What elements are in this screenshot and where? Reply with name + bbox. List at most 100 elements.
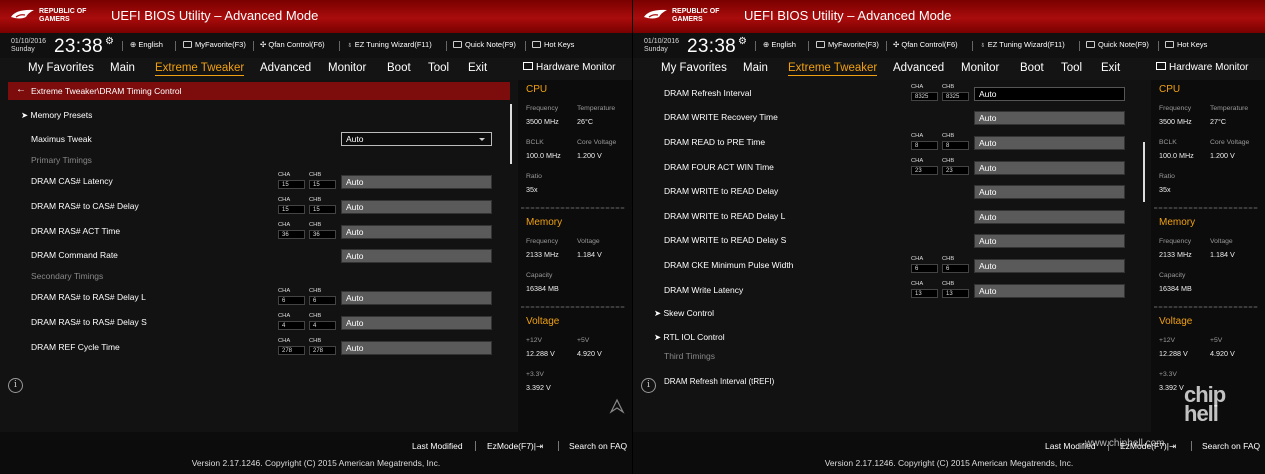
chiphell-watermark-logo: chip hell xyxy=(1184,382,1226,426)
cha-value: 13 xyxy=(911,289,938,298)
section-divider xyxy=(1154,207,1258,209)
hot-keys-button[interactable]: Hot Keys xyxy=(1165,40,1207,49)
primary-timings-label: Primary Timings xyxy=(31,155,92,165)
setting-label: DRAM Refresh Interval xyxy=(664,88,752,98)
setting-value-field[interactable]: Auto xyxy=(974,284,1125,298)
menu-extreme-tweaker[interactable]: Extreme Tweaker xyxy=(788,62,878,76)
scrollbar[interactable] xyxy=(1143,142,1145,202)
menu-my-favorites[interactable]: My Favorites xyxy=(28,62,94,74)
hot-keys-label: Hot Keys xyxy=(544,40,575,49)
chb-value: 15 xyxy=(309,205,336,214)
menu-exit[interactable]: Exit xyxy=(468,62,487,74)
chb-value: 278 xyxy=(309,346,336,355)
rog-eye-icon xyxy=(11,9,34,19)
gear-icon[interactable]: ⚙ xyxy=(105,36,114,47)
setting-value-field[interactable]: Auto xyxy=(341,225,492,239)
date: 01/10/2016 xyxy=(644,38,680,45)
info-icon[interactable]: i xyxy=(8,378,23,393)
setting-value-field[interactable]: Auto xyxy=(974,210,1125,224)
setting-value-field[interactable]: Auto xyxy=(341,316,492,330)
ratio-label: Ratio xyxy=(526,173,542,180)
breadcrumb[interactable]: ← Extreme Tweaker\DRAM Timing Control xyxy=(8,82,510,100)
search-faq-button[interactable]: Search on FAQ xyxy=(1202,441,1260,451)
setting-value-field[interactable]: Auto xyxy=(341,175,492,189)
setting-value-field[interactable]: Auto xyxy=(974,259,1125,273)
myfavorite-button[interactable]: MyFavorite(F3) xyxy=(183,40,246,49)
qfan-label: Qfan Control(F6) xyxy=(901,40,958,49)
menu-main[interactable]: Main xyxy=(110,62,135,74)
menu-boot[interactable]: Boot xyxy=(1020,62,1044,74)
divider xyxy=(558,441,559,451)
chb-label: CHB xyxy=(309,313,322,319)
language-button[interactable]: ⊕ English xyxy=(130,40,163,49)
setting-value-field[interactable]: Auto xyxy=(341,249,492,263)
divider xyxy=(339,41,340,51)
search-faq-button[interactable]: Search on FAQ xyxy=(569,441,627,451)
chb-label: CHB xyxy=(942,133,955,139)
chb-label: CHB xyxy=(942,158,955,164)
screenshot-root: REPUBLIC OF GAMERS UEFI BIOS Utility – A… xyxy=(0,0,1265,474)
menu-extreme-tweaker[interactable]: Extreme Tweaker xyxy=(155,62,245,76)
setting-value-field[interactable]: Auto xyxy=(974,136,1125,150)
qfan-button[interactable]: ✣ Qfan Control(F6) xyxy=(260,40,325,49)
watermark-logo-text: chip hell xyxy=(1184,382,1226,426)
setting-value-field[interactable]: Auto xyxy=(341,341,492,355)
back-arrow-icon[interactable]: ← xyxy=(16,84,26,95)
menu-monitor[interactable]: Monitor xyxy=(328,62,366,74)
cha-label: CHA xyxy=(911,281,924,287)
setting-value-field[interactable]: Auto xyxy=(341,200,492,214)
setting-value-field[interactable]: Auto xyxy=(974,87,1125,101)
quick-note-button[interactable]: Quick Note(F9) xyxy=(453,40,516,49)
window-title: UEFI BIOS Utility – Advanced Mode xyxy=(744,8,952,23)
section-divider xyxy=(521,306,625,308)
menu-tool[interactable]: Tool xyxy=(1061,62,1082,74)
cursor-icon xyxy=(609,398,625,414)
qfan-label: Qfan Control(F6) xyxy=(268,40,325,49)
menu-main[interactable]: Main xyxy=(743,62,768,74)
core-voltage-value: 1.200 V xyxy=(577,151,602,160)
setting-label: DRAM CAS# Latency xyxy=(31,176,113,186)
language-label: English xyxy=(771,40,796,49)
ez-tuning-button[interactable]: ♁ EZ Tuning Wizard(F11) xyxy=(980,40,1065,49)
ez-tuning-button[interactable]: ♁ EZ Tuning Wizard(F11) xyxy=(347,40,432,49)
menu-exit[interactable]: Exit xyxy=(1101,62,1120,74)
divider xyxy=(755,41,756,51)
setting-value-field[interactable]: Auto xyxy=(974,111,1125,125)
menu-boot[interactable]: Boot xyxy=(387,62,411,74)
info-icon[interactable]: i xyxy=(641,378,656,393)
ezmode-button[interactable]: EzMode(F7)|⇥ xyxy=(487,441,543,452)
voltage-section-title: Voltage xyxy=(526,316,560,327)
setting-row: DRAM Refresh Interval CHA CHB 8325 8325 Auto xyxy=(641,84,1143,104)
language-button[interactable]: ⊕ English xyxy=(763,40,796,49)
gear-icon[interactable]: ⚙ xyxy=(738,36,747,47)
maximus-tweak-dropdown[interactable]: Auto xyxy=(341,132,492,146)
menu-my-favorites[interactable]: My Favorites xyxy=(661,62,727,74)
setting-label: DRAM WRITE to READ Delay L xyxy=(664,211,786,221)
setting-value-field[interactable]: Auto xyxy=(974,161,1125,175)
cpu-section-title: CPU xyxy=(526,84,548,95)
cha-label: CHA xyxy=(278,197,291,203)
last-modified-button[interactable]: Last Modified xyxy=(412,441,463,451)
quick-note-button[interactable]: Quick Note(F9) xyxy=(1086,40,1149,49)
capacity-value: 16384 MB xyxy=(526,284,559,293)
menu-advanced[interactable]: Advanced xyxy=(260,62,311,74)
myfavorite-button[interactable]: MyFavorite(F3) xyxy=(816,40,879,49)
chb-value: 8 xyxy=(942,141,969,150)
cha-label: CHA xyxy=(911,158,924,164)
setting-value-field[interactable]: Auto xyxy=(974,185,1125,199)
version-text: Version 2.17.1246. Copyright (C) 2015 Am… xyxy=(191,458,441,468)
hot-keys-button[interactable]: Hot Keys xyxy=(532,40,574,49)
setting-row: DRAM WRITE to READ Delay L Auto xyxy=(641,207,1143,227)
menu-advanced[interactable]: Advanced xyxy=(893,62,944,74)
setting-value-field[interactable]: Auto xyxy=(974,234,1125,248)
cpu-temperature-value: 26°C xyxy=(577,117,594,126)
qfan-button[interactable]: ✣ Qfan Control(F6) xyxy=(893,40,958,49)
menu-tool[interactable]: Tool xyxy=(428,62,449,74)
v12-label: +12V xyxy=(526,337,543,344)
day: Sunday xyxy=(11,46,35,53)
menu-monitor[interactable]: Monitor xyxy=(961,62,999,74)
setting-value-field[interactable]: Auto xyxy=(341,291,492,305)
cha-label: CHA xyxy=(278,313,291,319)
ez-tuning-label: EZ Tuning Wizard(F11) xyxy=(354,40,432,49)
scrollbar[interactable] xyxy=(510,104,512,164)
